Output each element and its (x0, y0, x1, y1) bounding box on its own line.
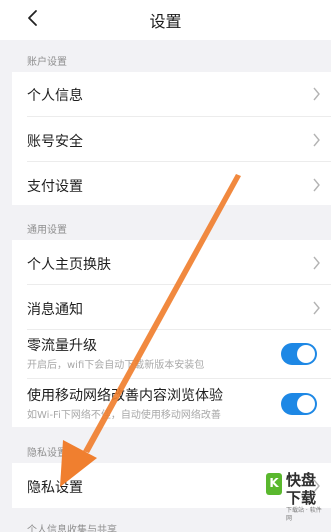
row-sublabel: 开启后，wifi下会自动下载新版本安装包 (27, 360, 205, 371)
row-label: 零流量升级 (27, 338, 97, 354)
row-personal-info[interactable]: 个人信息 (12, 72, 331, 116)
toggle-knob (297, 345, 315, 363)
nav-bar: 设置 (0, 0, 331, 40)
chevron-right-icon (313, 133, 320, 147)
row-label: 消息通知 (27, 302, 83, 318)
row-homepage-skin[interactable]: 个人主页换肤 (12, 240, 331, 284)
row-label: 支付设置 (27, 179, 83, 195)
row-label: 个人主页换肤 (27, 257, 111, 273)
watermark-logo: K 快盘下载 下载站 · 软件网 (266, 470, 326, 522)
row-sublabel: 如Wi-Fi下网络不佳，自动使用移动网络改善 (27, 410, 221, 421)
row-message-notification[interactable]: 消息通知 (12, 285, 331, 329)
section-title-account: 账户设置 (27, 57, 67, 68)
row-mobile-network-improve: 使用移动网络改善内容浏览体验 如Wi-Fi下网络不佳，自动使用移动网络改善 (12, 380, 331, 429)
divider (27, 378, 331, 379)
section-title-privacy: 隐私设置 (27, 448, 67, 459)
row-payment-settings[interactable]: 支付设置 (12, 162, 331, 206)
account-settings-card: 个人信息 账号安全 支付设置 (12, 72, 331, 205)
chevron-right-icon (313, 178, 320, 192)
section-title-collection: 个人信息收集与共享 (27, 525, 117, 532)
settings-screen: 设置 账户设置 个人信息 账号安全 支付设置 通用设置 个人主页换肤 消息通知 (0, 0, 331, 532)
row-label: 个人信息 (27, 88, 83, 104)
chevron-right-icon (313, 301, 320, 315)
zero-traffic-upgrade-toggle[interactable] (281, 343, 317, 365)
chevron-right-icon (313, 87, 320, 101)
chevron-right-icon (313, 256, 320, 270)
row-label: 隐私设置 (27, 480, 83, 496)
watermark-sub: 下载站 · 软件网 (286, 507, 322, 522)
watermark-name: 快盘下载 (286, 471, 317, 507)
section-title-general: 通用设置 (27, 225, 67, 236)
row-label: 账号安全 (27, 134, 83, 150)
row-zero-traffic-upgrade: 零流量升级 开启后，wifi下会自动下载新版本安装包 (12, 330, 331, 379)
row-account-security[interactable]: 账号安全 (12, 117, 331, 161)
row-label: 使用移动网络改善内容浏览体验 (27, 388, 223, 404)
watermark-badge: K (266, 473, 282, 495)
toggle-knob (297, 395, 315, 413)
general-settings-card: 个人主页换肤 消息通知 零流量升级 开启后，wifi下会自动下载新版本安装包 使… (12, 240, 331, 427)
page-title: 设置 (149, 12, 182, 31)
mobile-network-toggle[interactable] (281, 393, 317, 415)
